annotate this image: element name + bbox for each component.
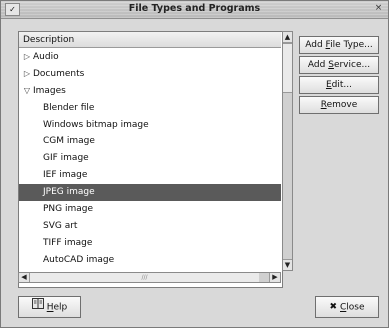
remove-button[interactable]: Remove <box>299 96 379 114</box>
window-title: File Types and Programs <box>128 3 261 14</box>
button-label-post: lose <box>346 302 365 313</box>
help-book-icon <box>31 297 44 317</box>
list-item[interactable]: SVG art <box>19 218 281 235</box>
scroll-up-arrow-icon[interactable]: ▲ <box>283 32 292 43</box>
list-item[interactable]: ▽ Images <box>19 83 281 100</box>
horizontal-scroll-thumb[interactable]: /// <box>30 273 259 282</box>
list-item-label: TIFF image <box>43 237 93 248</box>
list-item-label: Windows bitmap image <box>43 119 149 130</box>
add-service-button[interactable]: Add Service... <box>299 56 379 74</box>
window-close-icon[interactable]: × <box>373 3 384 14</box>
button-label-mnemonic: H <box>46 302 54 313</box>
list-item[interactable]: ▷ Audio <box>19 49 281 66</box>
list-item-label: JPEG image <box>43 187 95 198</box>
list-item-label: Images <box>33 85 66 96</box>
collapsed-arrow-icon[interactable]: ▷ <box>23 66 31 83</box>
expanded-arrow-icon[interactable]: ▽ <box>23 83 31 100</box>
list-item-label: Documents <box>33 68 85 79</box>
list-rows: ▷ Audio ▷ Documents ▽ Images Blender file Windo… <box>19 49 281 269</box>
list-item[interactable]: TIFF image <box>19 235 281 252</box>
collapsed-arrow-icon[interactable]: ▷ <box>23 49 31 66</box>
list-item[interactable]: IEF image <box>19 167 281 184</box>
button-label-post: ervice... <box>333 60 371 70</box>
list-item[interactable]: AutoCAD image <box>19 252 281 269</box>
description-column-header[interactable]: Description <box>19 32 281 48</box>
scroll-down-arrow-icon[interactable]: ▼ <box>283 259 292 270</box>
list-item[interactable]: ▷ Documents <box>19 66 281 83</box>
list-item-label: AutoCAD image <box>43 254 115 265</box>
list-item[interactable]: PNG image <box>19 201 281 218</box>
list-item-label: IEF image <box>43 170 88 181</box>
title-bar[interactable]: ✓ File Types and Programs × <box>1 1 388 19</box>
list-item[interactable]: JPEG image <box>19 184 281 202</box>
button-label-post: dit... <box>331 80 352 90</box>
list-item[interactable]: Blender file <box>19 100 281 117</box>
list-item-label: CGM image <box>43 136 95 147</box>
list-item-label: Audio <box>33 52 59 62</box>
list-item[interactable]: Windows bitmap image <box>19 117 281 134</box>
horizontal-scrollbar[interactable]: ◀ /// ▶ <box>18 272 281 283</box>
button-label-pre: Add <box>305 40 326 50</box>
list-item-label: Blender file <box>43 102 95 113</box>
list-item-label: SVG art <box>43 220 78 231</box>
file-types-list[interactable]: Description ▷ Audio ▷ Documents ▽ Images Blend… <box>18 31 283 288</box>
button-label-pre: Add <box>307 60 329 70</box>
button-label-post: elp <box>53 302 68 313</box>
vertical-scrollbar[interactable]: ▲ ▼ <box>282 31 293 271</box>
list-item[interactable]: CGM image <box>19 133 281 150</box>
help-button[interactable]: Help <box>18 296 81 318</box>
add-file-type-button[interactable]: Add File Type... <box>299 36 379 54</box>
list-item[interactable]: GIF image <box>19 150 281 167</box>
scroll-right-arrow-icon[interactable]: ▶ <box>269 273 280 282</box>
list-item-label: GIF image <box>43 153 89 164</box>
button-label-post: ile Type... <box>330 40 373 50</box>
scroll-left-arrow-icon[interactable]: ◀ <box>19 273 30 282</box>
edit-button[interactable]: Edit... <box>299 76 379 94</box>
x-icon: ✖ <box>329 302 337 312</box>
vertical-scroll-thumb[interactable] <box>283 43 292 93</box>
button-label-post: emove <box>326 100 358 110</box>
file-types-dialog: ✓ File Types and Programs × Description … <box>0 0 389 328</box>
list-item-label: PNG image <box>43 204 94 215</box>
close-button[interactable]: ✖ Close <box>315 296 379 318</box>
